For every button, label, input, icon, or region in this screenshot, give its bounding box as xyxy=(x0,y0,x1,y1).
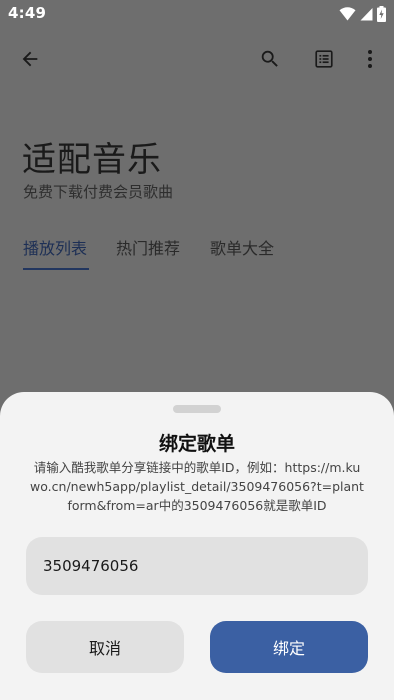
cellular-signal-icon xyxy=(360,7,373,21)
tab-playlist-collection[interactable]: 歌单大全 xyxy=(210,235,274,259)
tab-hot-recommend[interactable]: 热门推荐 xyxy=(116,235,180,259)
more-options-button[interactable] xyxy=(352,43,388,79)
more-vert-icon xyxy=(367,49,373,73)
tab-bar: 播放列表 热门推荐 歌单大全 xyxy=(0,232,394,272)
dialog-title: 绑定歌单 xyxy=(158,433,235,455)
playlist-menu-button[interactable] xyxy=(306,43,342,79)
status-time: 4:49 xyxy=(8,4,47,22)
playlist-id-field[interactable] xyxy=(26,537,368,595)
status-icons xyxy=(339,6,386,22)
search-icon xyxy=(259,48,281,74)
cancel-button[interactable]: 取消 xyxy=(26,621,184,673)
dialog-description: 请输入酷我歌单分享链接中的歌单ID，例如：https://m.kuwo.cn/n… xyxy=(30,460,364,513)
back-button[interactable] xyxy=(12,43,48,79)
page-subtitle: 免费下载付费会员歌曲 xyxy=(23,183,174,201)
top-app-bar xyxy=(0,36,394,86)
active-tab-indicator xyxy=(23,268,89,270)
search-button[interactable] xyxy=(252,43,288,79)
battery-charging-icon xyxy=(377,6,386,22)
bind-button[interactable]: 绑定 xyxy=(210,621,368,673)
list-icon xyxy=(313,48,335,74)
status-bar: 4:49 xyxy=(0,0,394,28)
back-arrow-icon xyxy=(19,48,41,74)
drag-handle[interactable] xyxy=(173,405,221,413)
tab-playlist[interactable]: 播放列表 xyxy=(23,235,87,259)
page-title: 适配音乐 xyxy=(22,140,162,180)
playlist-id-input[interactable] xyxy=(43,557,353,575)
wifi-icon xyxy=(339,7,356,21)
bind-playlist-sheet: 绑定歌单 请输入酷我歌单分享链接中的歌单ID，例如：https://m.kuwo… xyxy=(0,392,394,700)
